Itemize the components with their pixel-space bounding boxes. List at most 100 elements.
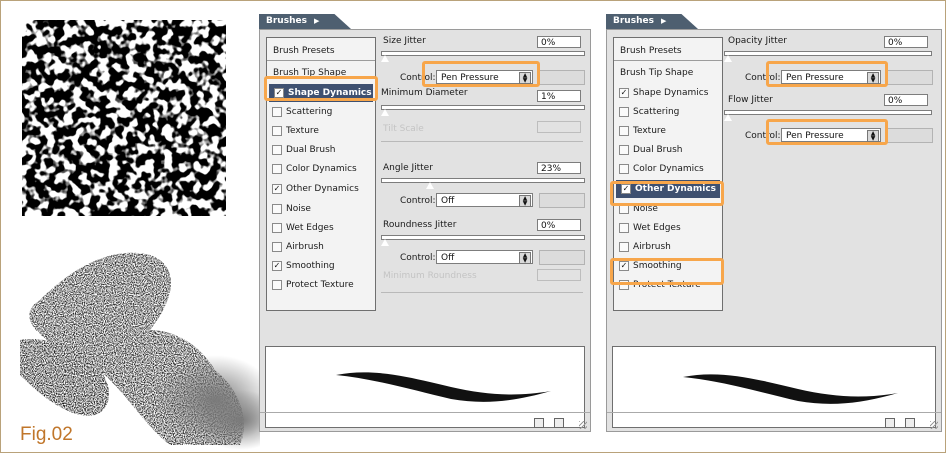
divider bbox=[381, 292, 583, 293]
sidebar-item-label: Brush Presets bbox=[620, 46, 682, 56]
sidebar-item-label: Wet Edges bbox=[286, 223, 334, 233]
panel-tab-title: Brushes bbox=[613, 16, 654, 26]
checkbox-icon[interactable] bbox=[619, 164, 629, 174]
checkbox-icon[interactable] bbox=[272, 280, 282, 290]
sidebar-item-label: Texture bbox=[286, 126, 319, 136]
sidebar-item-wet-edges[interactable]: Wet Edges bbox=[614, 219, 681, 237]
minimum-diameter-label: Minimum Diameter bbox=[381, 88, 468, 98]
sidebar-item-color-dynamics[interactable]: Color Dynamics bbox=[267, 160, 357, 178]
divider bbox=[381, 141, 583, 142]
roundness-jitter-label: Roundness Jitter bbox=[383, 220, 457, 230]
checkbox-icon[interactable] bbox=[619, 107, 629, 117]
angle-jitter-control-select[interactable]: Off ▲ ▼ bbox=[436, 193, 533, 207]
checkbox-icon[interactable] bbox=[619, 223, 629, 233]
highlight-opacity-control bbox=[766, 61, 888, 87]
sidebar-item-airbrush[interactable]: Airbrush bbox=[267, 238, 324, 256]
new-preset-icon[interactable] bbox=[534, 418, 544, 428]
resize-grip-icon[interactable] bbox=[930, 421, 938, 429]
roundness-jitter-slider[interactable] bbox=[380, 235, 585, 247]
flow-jitter-slider[interactable] bbox=[723, 110, 932, 122]
sidebar-item-label: Brush Tip Shape bbox=[620, 68, 694, 78]
dropdown-arrow-icon: ▲ ▼ bbox=[519, 252, 531, 264]
sidebar-item-brush-presets[interactable]: Brush Presets bbox=[267, 42, 375, 61]
highlight-size-control bbox=[422, 61, 540, 87]
sidebar-item-label: Wet Edges bbox=[633, 223, 681, 233]
checkbox-icon[interactable] bbox=[619, 126, 629, 136]
slider-handle[interactable] bbox=[425, 181, 435, 190]
slider-handle[interactable] bbox=[380, 54, 390, 63]
sidebar-item-protect-texture[interactable]: Protect Texture bbox=[267, 276, 354, 294]
angle-jitter-slider[interactable] bbox=[381, 178, 585, 190]
sidebar-item-shape-dynamics[interactable]: ✓ Shape Dynamics bbox=[614, 84, 708, 102]
sidebar-item-other-dynamics[interactable]: ✓ Other Dynamics bbox=[267, 180, 359, 198]
roundness-jitter-extra-field bbox=[539, 250, 585, 265]
panel-tab[interactable]: Brushes ▶ bbox=[606, 14, 698, 29]
checkbox-icon[interactable]: ✓ bbox=[272, 184, 282, 194]
highlight-flow-control bbox=[766, 119, 888, 145]
checkbox-icon[interactable]: ✓ bbox=[272, 261, 282, 271]
checkbox-icon[interactable] bbox=[272, 145, 282, 155]
checkbox-icon[interactable] bbox=[272, 107, 282, 117]
slider-handle[interactable] bbox=[723, 54, 733, 63]
slider-handle[interactable] bbox=[380, 238, 390, 247]
sidebar-item-brush-tip-shape[interactable]: Brush Tip Shape bbox=[614, 64, 693, 82]
roundness-jitter-value[interactable]: 0% bbox=[537, 219, 581, 231]
opacity-jitter-slider[interactable] bbox=[723, 51, 932, 63]
size-jitter-slider[interactable] bbox=[380, 51, 585, 63]
sidebar-item-color-dynamics[interactable]: Color Dynamics bbox=[614, 160, 704, 178]
tilt-scale-label: Tilt Scale bbox=[383, 124, 424, 134]
sidebar-item-airbrush[interactable]: Airbrush bbox=[614, 238, 671, 256]
angle-jitter-label: Angle Jitter bbox=[383, 163, 433, 173]
flow-jitter-value[interactable]: 0% bbox=[884, 94, 928, 106]
sidebar-item-wet-edges[interactable]: Wet Edges bbox=[267, 219, 334, 237]
sidebar-item-noise[interactable]: Noise bbox=[267, 200, 311, 218]
sidebar-item-texture[interactable]: Texture bbox=[267, 122, 319, 140]
checkbox-icon[interactable]: ✓ bbox=[619, 88, 629, 98]
sidebar-item-brush-presets[interactable]: Brush Presets bbox=[614, 42, 722, 61]
new-preset-icon[interactable] bbox=[885, 418, 895, 428]
checkbox-icon[interactable] bbox=[272, 223, 282, 233]
size-jitter-value[interactable]: 0% bbox=[537, 36, 581, 48]
sidebar-item-dual-brush[interactable]: Dual Brush bbox=[267, 141, 335, 159]
trash-icon[interactable] bbox=[905, 418, 915, 428]
flyout-arrow-icon[interactable]: ▶ bbox=[314, 14, 319, 29]
panel-tab[interactable]: Brushes ▶ bbox=[259, 14, 351, 29]
texture-pattern bbox=[22, 20, 226, 216]
sidebar-item-smoothing[interactable]: ✓ Smoothing bbox=[267, 257, 335, 275]
slider-handle[interactable] bbox=[380, 108, 390, 117]
checkbox-icon[interactable] bbox=[619, 242, 629, 252]
angle-jitter-value[interactable]: 23% bbox=[537, 162, 581, 174]
checkbox-icon[interactable] bbox=[272, 204, 282, 214]
brush-sample-artwork bbox=[20, 20, 260, 450]
checkbox-icon[interactable] bbox=[272, 126, 282, 136]
resize-grip-icon[interactable] bbox=[579, 421, 587, 429]
brushes-panel-left: Brushes ▶ Brush Presets Brush Tip Shape ✓ Sh… bbox=[259, 14, 591, 432]
flyout-arrow-icon[interactable]: ▶ bbox=[661, 14, 666, 29]
sidebar-item-texture[interactable]: Texture bbox=[614, 122, 666, 140]
tilt-scale-value bbox=[537, 121, 581, 133]
flow-jitter-label: Flow Jitter bbox=[728, 95, 773, 105]
minimum-diameter-slider[interactable] bbox=[380, 105, 585, 117]
sidebar-item-label: Airbrush bbox=[633, 242, 671, 252]
minimum-roundness-value bbox=[537, 269, 581, 281]
slider-handle[interactable] bbox=[723, 113, 733, 122]
opacity-jitter-value[interactable]: 0% bbox=[884, 36, 928, 48]
angle-jitter-extra-field bbox=[539, 193, 585, 208]
highlight-shape-dynamics bbox=[264, 76, 378, 101]
size-jitter-label: Size Jitter bbox=[383, 36, 426, 46]
sidebar-item-scattering[interactable]: Scattering bbox=[267, 103, 332, 121]
sidebar-item-label: Scattering bbox=[286, 107, 333, 117]
select-value: Off bbox=[441, 196, 455, 206]
minimum-diameter-value[interactable]: 1% bbox=[537, 90, 581, 102]
checkbox-icon[interactable] bbox=[272, 164, 282, 174]
sidebar-item-dual-brush[interactable]: Dual Brush bbox=[614, 141, 682, 159]
roundness-jitter-control-select[interactable]: Off ▲ ▼ bbox=[436, 250, 533, 264]
checkbox-icon[interactable] bbox=[619, 145, 629, 155]
opacity-jitter-label: Opacity Jitter bbox=[728, 36, 787, 46]
sidebar-item-label: Scattering bbox=[633, 107, 680, 117]
sidebar-item-label: Protect Texture bbox=[286, 280, 354, 290]
sidebar-item-scattering[interactable]: Scattering bbox=[614, 103, 679, 121]
checkbox-icon[interactable] bbox=[272, 242, 282, 252]
sidebar-item-label: Brush Presets bbox=[273, 46, 335, 56]
trash-icon[interactable] bbox=[554, 418, 564, 428]
